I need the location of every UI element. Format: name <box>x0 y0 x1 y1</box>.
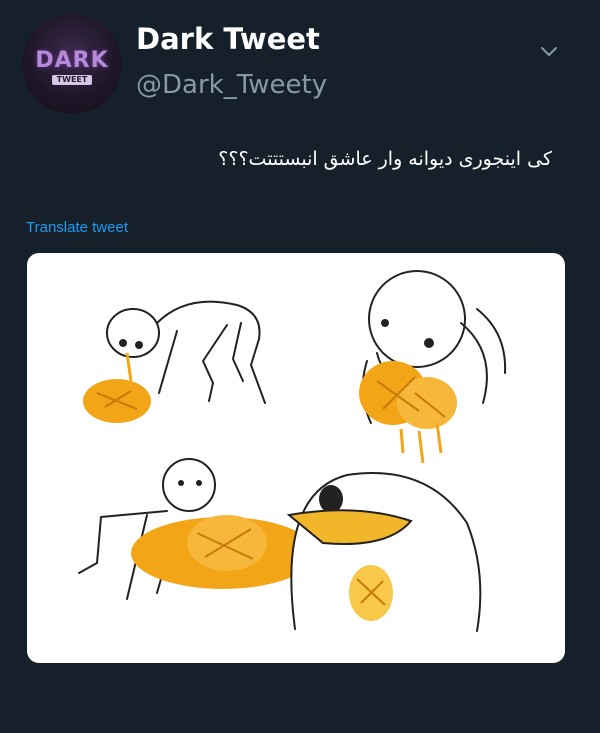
mango-comic-illustration <box>78 270 507 632</box>
tweet-text: کی اینجوری دیوانه وار عاشق انبستتتت؟؟؟ <box>218 148 552 170</box>
chevron-down-icon[interactable] <box>538 40 560 62</box>
translate-tweet-link[interactable]: Translate tweet <box>26 219 128 236</box>
display-name[interactable]: Dark Tweet <box>136 22 320 56</box>
user-handle[interactable]: @Dark_Tweety <box>136 70 327 100</box>
avatar[interactable]: DARK TWEET <box>22 14 122 114</box>
avatar-logo-text: DARK <box>35 48 109 73</box>
avatar-logo-subtext: TWEET <box>52 75 92 85</box>
tweet-media-image[interactable] <box>27 253 565 663</box>
